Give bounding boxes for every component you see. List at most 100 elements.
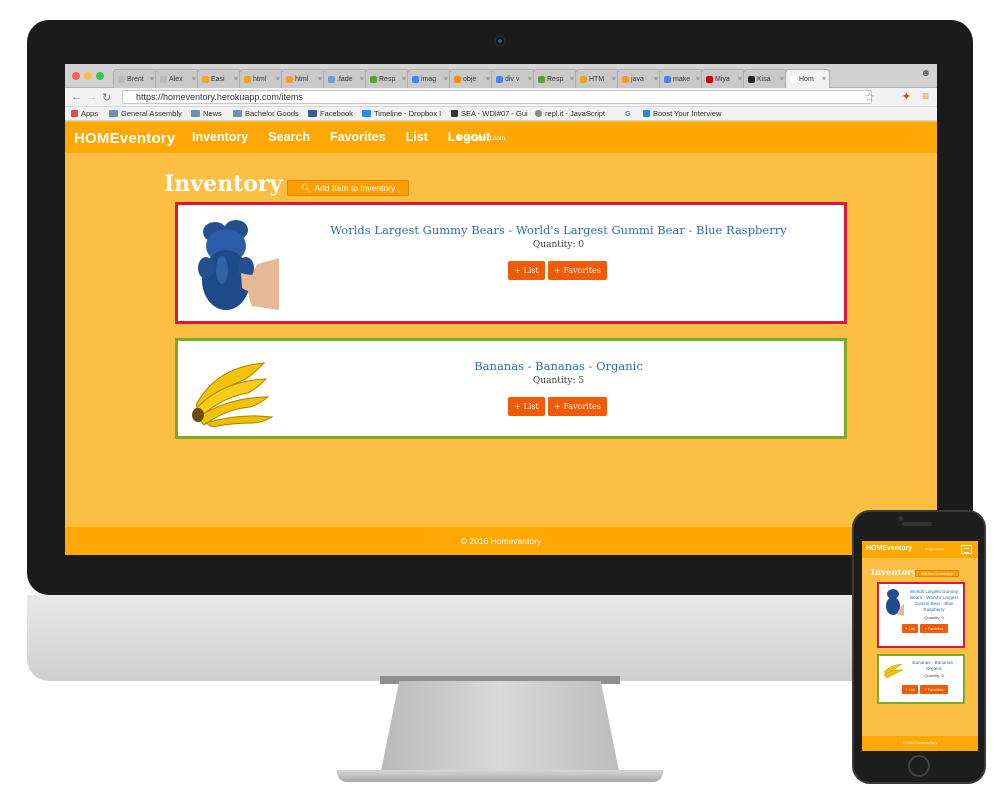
browser-tab[interactable]: obje ×	[449, 69, 494, 88]
browser-tab[interactable]: java ×	[617, 69, 662, 88]
bookmark-facebook[interactable]: Facebook	[308, 109, 353, 118]
tab-label: html	[295, 75, 309, 83]
browser-tab[interactable]: .fade ×	[323, 69, 368, 88]
extension-icon[interactable]: ✦	[902, 90, 911, 103]
bananas-thumb	[883, 663, 904, 678]
close-tab-icon[interactable]: ×	[318, 76, 322, 83]
item-title[interactable]: Worlds Largest Gummy Bears - World's Lar…	[288, 223, 829, 237]
close-window-icon[interactable]	[72, 72, 80, 80]
browser-tab[interactable]: Miya ×	[701, 69, 746, 88]
bookmark-google[interactable]: G	[625, 109, 631, 118]
browser-tab[interactable]: make ×	[659, 69, 704, 88]
iphone-mockup: HOMEventory test@test.com Inventory Add …	[852, 510, 986, 784]
mobile-screen: HOMEventory test@test.com Inventory Add …	[862, 541, 978, 751]
close-tab-icon[interactable]: ×	[192, 76, 196, 83]
mobile-item-title[interactable]: Bananas - Bananas - Organic	[906, 660, 962, 672]
bookmark-sea-wdi[interactable]: SEA - WDI#07 - Gui	[451, 109, 528, 118]
reload-icon[interactable]: ↻	[102, 91, 111, 104]
close-tab-icon[interactable]: ×	[696, 76, 700, 83]
mobile-item-actions: + List + Favorites	[902, 624, 948, 633]
inventory-card-gummy-bear: Worlds Largest Gummy Bears - World's Lar…	[175, 202, 847, 324]
nav-favorites[interactable]: Favorites	[330, 130, 386, 144]
bookmark-star-icon[interactable]: ☆	[864, 90, 875, 104]
close-tab-icon[interactable]: ×	[402, 76, 406, 83]
close-tab-icon[interactable]: ×	[528, 76, 532, 83]
browser-tab[interactable]: Hom ×	[785, 69, 830, 88]
close-tab-icon[interactable]: ×	[234, 76, 238, 83]
search-icon: 🔍︎	[300, 182, 312, 193]
nav-search[interactable]: Search	[268, 130, 310, 144]
favicon-icon	[328, 75, 335, 83]
add-to-list-button[interactable]: + List	[508, 397, 545, 416]
add-to-favorites-button[interactable]: + Favorites	[548, 261, 607, 280]
close-tab-icon[interactable]: ×	[276, 76, 280, 83]
brand-logo[interactable]: HOMEventory	[74, 130, 175, 147]
mobile-item-quantity: Quantity: 5	[924, 673, 944, 678]
mobile-add-to-list-button[interactable]: + List	[902, 685, 918, 694]
back-icon[interactable]: ←	[71, 91, 82, 103]
dropbox-icon	[362, 110, 371, 117]
nav-inventory[interactable]: Inventory	[192, 130, 248, 144]
mobile-add-to-list-button[interactable]: + List	[902, 624, 918, 633]
item-quantity: Quantity: 0	[532, 240, 585, 250]
user-account[interactable]: ♟ test@test.com	[456, 134, 505, 142]
bananas-image	[186, 353, 279, 427]
close-tab-icon[interactable]: ×	[780, 76, 784, 83]
tab-label: make	[673, 75, 691, 83]
maximize-window-icon[interactable]	[96, 72, 104, 80]
hamburger-menu-icon[interactable]	[961, 545, 972, 554]
nav-list[interactable]: List	[406, 130, 428, 144]
browser-tab[interactable]: Resp ×	[365, 69, 410, 88]
browser-tab[interactable]: imag ×	[407, 69, 452, 88]
bookmark-bachelor-goods[interactable]: Bachelor Goods	[233, 109, 299, 118]
close-tab-icon[interactable]: ×	[570, 76, 574, 83]
browser-tab[interactable]: Alex ×	[155, 69, 200, 88]
close-tab-icon[interactable]: ×	[738, 76, 742, 83]
close-tab-icon[interactable]: ×	[612, 76, 616, 83]
add-to-favorites-button[interactable]: + Favorites	[548, 397, 607, 416]
browser-tab[interactable]: Easi ×	[197, 69, 242, 88]
profile-icon[interactable]: ☻	[920, 68, 931, 79]
mobile-add-to-favorites-button[interactable]: + Favorites	[920, 624, 948, 633]
close-tab-icon[interactable]: ×	[360, 76, 364, 83]
mobile-item-title[interactable]: Worlds Largest Gummy Bears - World's Lar…	[906, 589, 962, 613]
close-tab-icon[interactable]: ×	[822, 76, 826, 83]
add-to-list-button[interactable]: + List	[508, 261, 545, 280]
mobile-user-email[interactable]: test@test.com	[925, 547, 944, 551]
bookmark-news[interactable]: News	[191, 109, 222, 118]
minimize-window-icon[interactable]	[84, 72, 92, 80]
browser-tab[interactable]: div v ×	[491, 69, 536, 88]
browser-tab[interactable]: HTM ×	[575, 69, 620, 88]
close-tab-icon[interactable]: ×	[654, 76, 658, 83]
tab-label: Brent	[127, 75, 144, 83]
mobile-brand-logo[interactable]: HOMEventory	[866, 545, 912, 552]
favicon-icon	[244, 75, 251, 83]
close-tab-icon[interactable]: ×	[486, 76, 490, 83]
home-button[interactable]	[908, 755, 930, 777]
url-field[interactable]: https://homeventory.herokuapp.com/items	[122, 90, 872, 104]
favicon-icon	[286, 75, 293, 83]
bookmark-apps[interactable]: Apps	[71, 109, 98, 118]
favicon-icon	[370, 75, 377, 83]
item-title[interactable]: Bananas - Bananas - Organic	[288, 359, 829, 373]
menu-icon[interactable]: ≡	[922, 89, 929, 103]
tab-label: Miya	[715, 75, 730, 83]
add-item-button[interactable]: 🔍︎ Add Item to Inventory	[287, 180, 409, 196]
bookmark-replit[interactable]: repl.it - JavaScript	[535, 109, 605, 118]
browser-tab[interactable]: Kisa ×	[743, 69, 788, 88]
forward-icon[interactable]: →	[86, 91, 97, 103]
close-tab-icon[interactable]: ×	[444, 76, 448, 83]
tab-label: div v	[505, 75, 520, 83]
bookmark-general-assembly[interactable]: General Assembly	[109, 109, 182, 118]
close-tab-icon[interactable]: ×	[150, 76, 154, 83]
bookmark-timeline-dropbox[interactable]: Timeline - Dropbox I	[362, 109, 441, 118]
mobile-add-item-button[interactable]: Add Item to Inventory	[915, 570, 959, 577]
bookmark-boost-interview[interactable]: Boost Your Interview	[643, 109, 721, 118]
tab-label: Resp	[547, 75, 564, 83]
browser-tab[interactable]: html ×	[239, 69, 284, 88]
browser-tab[interactable]: Resp ×	[533, 69, 578, 88]
browser-tab[interactable]: html ×	[281, 69, 326, 88]
item-actions: + List + Favorites	[508, 261, 607, 280]
browser-tab[interactable]: Brent ×	[113, 69, 158, 88]
mobile-add-to-favorites-button[interactable]: + Favorites	[920, 685, 948, 694]
